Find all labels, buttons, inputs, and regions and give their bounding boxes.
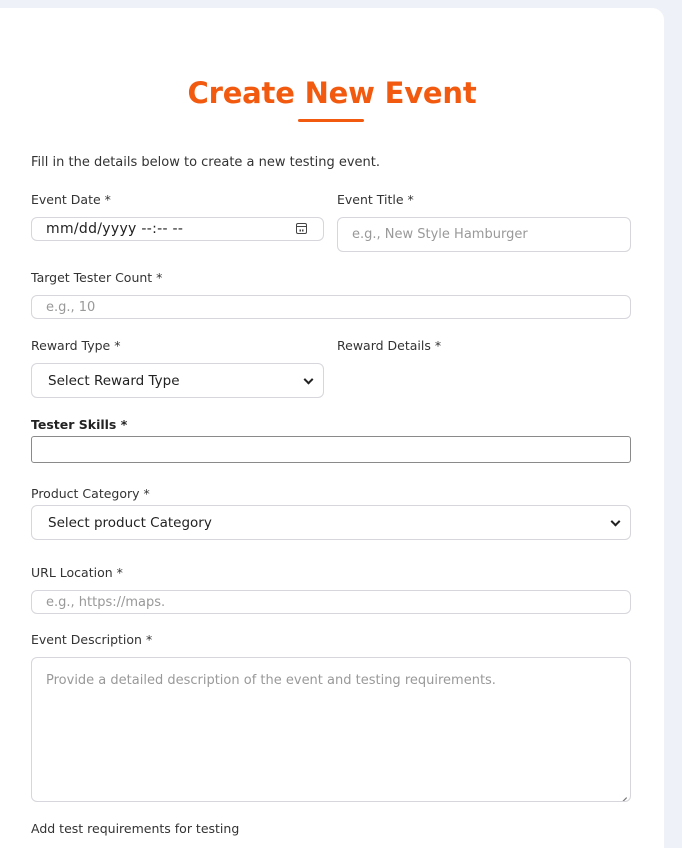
target-tester-count-label: Target Tester Count * [31,270,163,285]
event-title-input[interactable]: e.g., New Style Hamburger [337,217,631,252]
product-category-selected: Select product Category [48,514,212,531]
test-requirements-label: Add test requirements for testing [31,821,240,836]
event-title-label: Event Title * [337,192,414,207]
url-location-input[interactable]: e.g., https://maps. [31,590,631,614]
title-underline [298,119,364,122]
url-location-placeholder: e.g., https://maps. [46,594,166,610]
event-date-label: Event Date * [31,192,111,207]
target-tester-count-input[interactable]: e.g., 10 [31,295,631,319]
form-subtitle: Fill in the details below to create a ne… [31,155,381,170]
event-description-label: Event Description * [31,632,153,647]
reward-type-selected: Select Reward Type [48,372,180,389]
reward-details-label: Reward Details * [337,338,442,353]
event-title-placeholder: e.g., New Style Hamburger [352,227,528,242]
target-tester-count-placeholder: e.g., 10 [46,299,96,315]
event-date-value: mm/dd/yyyy --:-- -- [46,221,184,237]
event-date-input[interactable]: mm/dd/yyyy --:-- -- [31,217,324,241]
reward-type-select[interactable]: Select Reward Type [31,363,324,398]
product-category-select[interactable]: Select product Category [31,505,631,540]
event-description-placeholder: Provide a detailed description of the ev… [46,673,496,688]
calendar-icon[interactable] [296,223,307,234]
chevron-down-icon [303,374,314,385]
url-location-label: URL Location * [31,565,123,580]
page-title: Create New Event [187,76,477,110]
resize-handle-icon[interactable] [618,789,627,798]
event-description-textarea[interactable]: Provide a detailed description of the ev… [31,657,631,802]
tester-skills-label: Tester Skills * [31,417,128,432]
product-category-label: Product Category * [31,486,150,501]
tester-skills-input[interactable] [31,436,631,463]
reward-type-label: Reward Type * [31,338,121,353]
chevron-down-icon [610,516,621,527]
